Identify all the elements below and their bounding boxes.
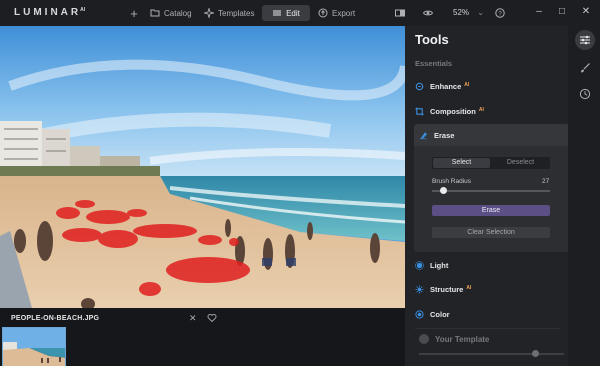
adjust-icon — [273, 10, 282, 16]
tools-tab[interactable] — [575, 30, 595, 50]
clear-selection-button[interactable]: Clear Selection — [432, 227, 550, 238]
ai-badge: AI — [464, 81, 470, 88]
enhance-icon — [415, 82, 424, 91]
side-icon-strip — [568, 26, 600, 366]
catalog-tab[interactable]: Catalog — [150, 5, 192, 21]
sliders-icon — [580, 35, 590, 45]
filmstrip: PEOPLE-ON-BEACH.JPG ✕ — [0, 308, 405, 366]
erase-tool-panel: Erase Select Deselect Brush Radius 27 Er… — [414, 124, 569, 252]
tool-label: Composition — [430, 107, 476, 116]
add-photos-button[interactable]: + — [128, 5, 140, 21]
erase-button[interactable]: Erase — [432, 205, 550, 216]
brush-icon — [581, 63, 590, 73]
thumbnail-image — [3, 328, 65, 366]
tool-label: Enhance — [430, 82, 462, 91]
eye-icon[interactable] — [423, 8, 433, 18]
tool-erase[interactable]: Erase — [419, 131, 454, 140]
chevron-down-icon: ⌄ — [477, 8, 484, 17]
heart-icon[interactable] — [207, 313, 217, 323]
compare-icon[interactable] — [395, 8, 405, 18]
photo-thumbnail[interactable] — [2, 327, 66, 366]
template-label: Your Template — [435, 334, 490, 344]
close-window-button[interactable]: ✕ — [580, 6, 592, 18]
tool-structure[interactable]: Structure AI — [415, 285, 471, 294]
app-logo: LUMINARAI — [14, 7, 86, 18]
tool-label: Light — [430, 261, 449, 270]
color-icon — [415, 310, 424, 319]
folder-icon — [150, 9, 160, 17]
tool-enhance[interactable]: Enhance AI — [415, 82, 469, 91]
section-essentials: Essentials — [415, 59, 453, 68]
brush-tab[interactable] — [575, 58, 595, 78]
catalog-label: Catalog — [164, 8, 192, 18]
minimize-button[interactable]: – — [533, 6, 545, 18]
file-name: PEOPLE-ON-BEACH.JPG — [11, 315, 100, 322]
composition-icon — [415, 107, 424, 116]
help-icon[interactable]: ? — [495, 8, 505, 18]
brush-radius-label: Brush Radius — [432, 178, 472, 185]
templates-tab[interactable]: Templates — [204, 5, 254, 21]
brush-radius-knob[interactable] — [440, 187, 448, 194]
template-icon — [419, 334, 429, 344]
edit-label: Edit — [286, 8, 300, 18]
select-button[interactable]: Select — [433, 158, 490, 168]
history-tab[interactable] — [575, 84, 595, 104]
tool-label: Erase — [434, 131, 455, 140]
tool-label: Structure — [430, 285, 464, 294]
structure-icon — [415, 285, 424, 294]
close-icon[interactable]: ✕ — [189, 313, 197, 324]
select-mode-toggle: Select Deselect — [432, 157, 550, 169]
brush-radius-slider[interactable] — [432, 190, 550, 192]
beach-photo — [0, 26, 405, 308]
title-bar: LUMINARAI + Catalog Templates Edit Expor… — [0, 0, 600, 26]
export-tab[interactable]: Export — [318, 5, 355, 21]
tool-light[interactable]: Light — [415, 261, 448, 270]
deselect-button[interactable]: Deselect — [492, 158, 549, 168]
template-amount-slider[interactable] — [419, 353, 564, 355]
edit-tab[interactable]: Edit — [262, 5, 310, 21]
templates-label: Templates — [218, 8, 255, 18]
export-icon — [318, 8, 328, 18]
tools-panel: Tools Essentials Enhance AI Composition AI… — [405, 26, 569, 366]
your-template-row[interactable]: Your Template — [419, 334, 489, 344]
maximize-button[interactable]: □ — [556, 6, 568, 18]
tool-label: Color — [430, 310, 450, 319]
light-icon — [415, 261, 424, 270]
erase-icon — [419, 132, 428, 140]
panel-divider — [415, 328, 560, 329]
tool-color[interactable]: Color — [415, 310, 450, 319]
ai-badge: AI — [478, 106, 484, 113]
tool-composition[interactable]: Composition AI — [415, 107, 484, 116]
export-label: Export — [332, 8, 356, 18]
history-icon — [579, 88, 591, 100]
panel-title: Tools — [415, 32, 449, 47]
zoom-level[interactable]: 52% ⌄ — [453, 8, 484, 17]
photo-canvas[interactable] — [0, 26, 405, 308]
brush-radius-value: 27 — [542, 178, 550, 185]
sparkle-icon — [204, 8, 214, 18]
ai-badge: AI — [466, 284, 472, 291]
template-amount-knob[interactable] — [531, 350, 539, 357]
